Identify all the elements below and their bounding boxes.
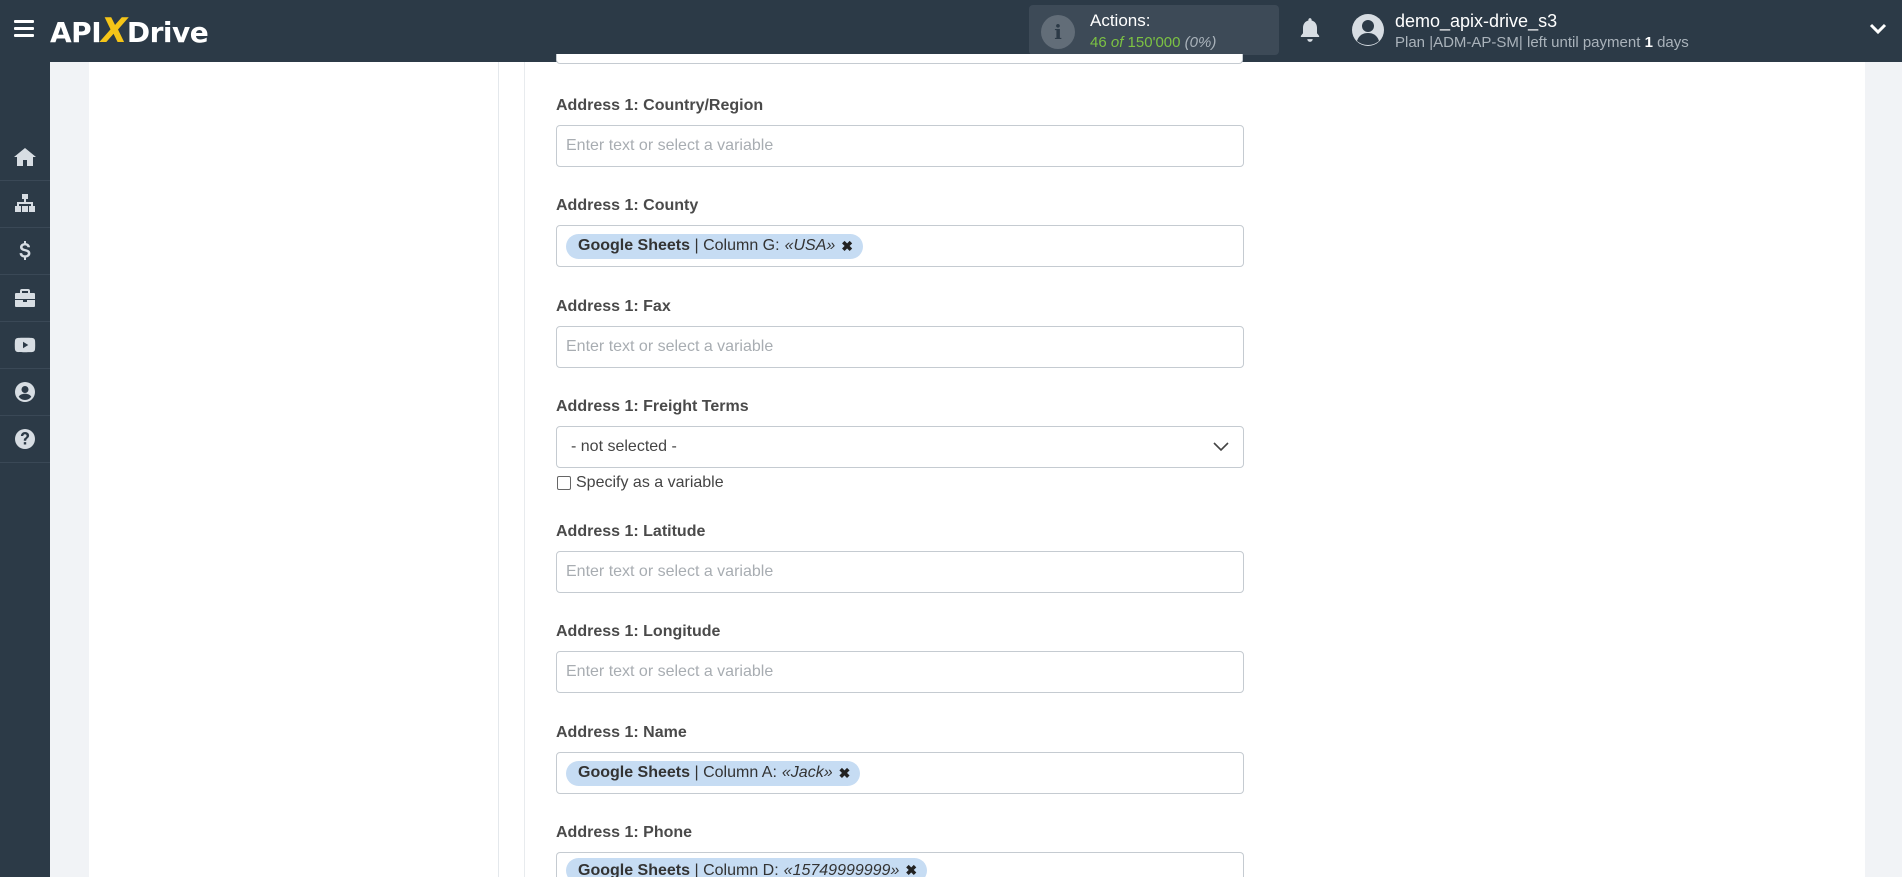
remove-tag-icon[interactable]: ✖ (905, 862, 917, 877)
field-name: Address 1: Name Google Sheets | Column A… (556, 723, 1244, 794)
county-input[interactable]: Google Sheets | Column G: «USA» ✖ (556, 225, 1244, 267)
user-circle-icon (15, 382, 35, 402)
field-country-region: Address 1: Country/Region Enter text or … (556, 96, 1244, 167)
remove-tag-icon[interactable]: ✖ (841, 238, 853, 255)
remove-tag-icon[interactable]: ✖ (839, 765, 851, 782)
latitude-input[interactable]: Enter text or select a variable (556, 551, 1244, 593)
field-label: Address 1: Longitude (556, 623, 721, 640)
variable-tag[interactable]: Google Sheets | Column D: «15749999999» ✖ (566, 858, 928, 877)
input-placeholder: Enter text or select a variable (566, 137, 774, 154)
info-icon: i (1041, 15, 1075, 49)
field-longitude: Address 1: Longitude Enter text or selec… (556, 622, 1244, 693)
field-latitude: Address 1: Latitude Enter text or select… (556, 522, 1244, 593)
sidebar-item-billing[interactable] (0, 228, 50, 275)
chevron-down-icon (1213, 442, 1229, 452)
specify-variable-checkbox[interactable] (557, 476, 571, 490)
dollar-icon (19, 241, 31, 260)
bell-icon[interactable] (1297, 16, 1323, 44)
briefcase-icon (15, 289, 35, 307)
longitude-input[interactable]: Enter text or select a variable (556, 651, 1244, 693)
field-label: Address 1: Latitude (556, 523, 706, 540)
field-label: Address 1: Freight Terms (556, 398, 749, 415)
field-label: Address 1: Fax (556, 298, 671, 315)
left-column (89, 62, 499, 877)
user-name[interactable]: demo_apix-drive_s3 (1395, 11, 1557, 32)
selected-value: - not selected - (571, 438, 677, 455)
input-placeholder: Enter text or select a variable (566, 338, 774, 355)
field-county: Address 1: County Google Sheets | Column… (556, 196, 1244, 267)
variable-tag[interactable]: Google Sheets | Column G: «USA» ✖ (566, 233, 863, 259)
field-label: Address 1: Phone (556, 824, 693, 841)
input-placeholder: Enter text or select a variable (566, 663, 774, 680)
fax-input[interactable]: Enter text or select a variable (556, 326, 1244, 368)
sidebar (0, 62, 50, 877)
variable-tag[interactable]: Google Sheets | Column A: «Jack» ✖ (566, 760, 861, 786)
field-fax: Address 1: Fax Enter text or select a va… (556, 297, 1244, 368)
actions-label: Actions: (1090, 11, 1151, 30)
sidebar-item-video[interactable] (0, 322, 50, 369)
phone-input[interactable]: Google Sheets | Column D: «15749999999» ✖ (556, 852, 1244, 877)
sidebar-item-services[interactable] (0, 275, 50, 322)
question-circle-icon (15, 429, 35, 449)
menu-icon[interactable] (14, 20, 34, 38)
name-input[interactable]: Google Sheets | Column A: «Jack» ✖ (556, 752, 1244, 794)
checkbox-label[interactable]: Specify as a variable (576, 474, 724, 492)
chevron-down-icon[interactable] (1869, 22, 1887, 36)
field-label: Address 1: Name (556, 724, 687, 741)
specify-variable-row: Specify as a variable (556, 474, 1244, 492)
sitemap-icon (15, 194, 35, 212)
avatar-icon[interactable] (1351, 13, 1385, 47)
previous-field-input[interactable] (556, 54, 1243, 64)
country-region-input[interactable]: Enter text or select a variable (556, 125, 1244, 167)
input-placeholder: Enter text or select a variable (566, 563, 774, 580)
actions-counter[interactable]: i Actions: 46 of 150'000 (0%) (1029, 5, 1279, 55)
sidebar-item-connections[interactable] (0, 181, 50, 228)
apix-drive-logo[interactable]: APIXDrive (50, 13, 209, 49)
youtube-icon (14, 337, 36, 353)
field-freight-terms: Address 1: Freight Terms - not selected … (556, 397, 1244, 492)
sidebar-item-account[interactable] (0, 369, 50, 416)
actions-count: 46 of 150'000 (0%) (1090, 34, 1217, 51)
field-phone: Address 1: Phone Google Sheets | Column … (556, 823, 1244, 877)
top-bar: APIXDrive i Actions: 46 of 150'000 (0%) … (0, 0, 1902, 62)
sidebar-item-home[interactable] (0, 134, 50, 181)
sidebar-item-help[interactable] (0, 416, 50, 463)
user-plan: Plan |ADM-AP-SM| left until payment 1 da… (1395, 34, 1689, 51)
freight-terms-select[interactable]: - not selected - (556, 426, 1244, 468)
home-icon (14, 148, 36, 166)
field-label: Address 1: Country/Region (556, 97, 764, 114)
field-label: Address 1: County (556, 197, 699, 214)
